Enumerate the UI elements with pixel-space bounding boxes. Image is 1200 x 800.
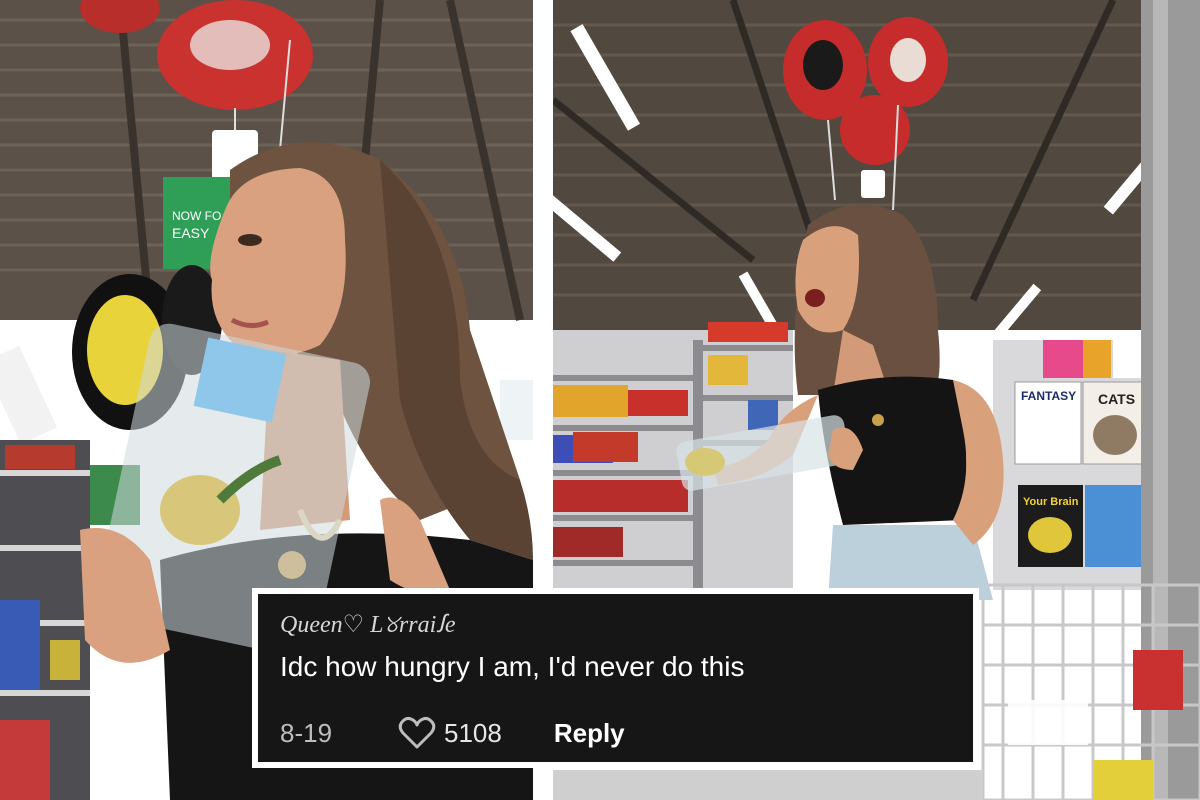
comment-panel: Queen♡ L୪rraiꭍe Idc how hungry I am, I'd… <box>258 594 973 762</box>
comment-meta: 8-19 5108 Reply <box>280 716 625 750</box>
magazine-brain-title: Your Brain <box>1023 496 1079 508</box>
comment-date: 8-19 <box>280 718 333 748</box>
like-count: 5108 <box>444 718 502 748</box>
magazine-cats-title: CATS <box>1098 391 1135 407</box>
sign-text-2: EASY <box>172 225 210 241</box>
comment-username[interactable]: Queen♡ L୪rraiꭍe <box>280 610 951 640</box>
sign-text-1: NOW FO <box>172 209 221 223</box>
magazine-fantasy-title: FANTASY <box>1021 389 1076 403</box>
comment-card: Queen♡ L୪rraiꭍe Idc how hungry I am, I'd… <box>252 588 979 768</box>
comment-text: Idc how hungry I am, I'd never do this <box>280 651 745 682</box>
like-button[interactable]: 5108 <box>398 716 502 750</box>
reply-button[interactable]: Reply <box>554 718 625 748</box>
heart-icon[interactable] <box>398 716 436 750</box>
